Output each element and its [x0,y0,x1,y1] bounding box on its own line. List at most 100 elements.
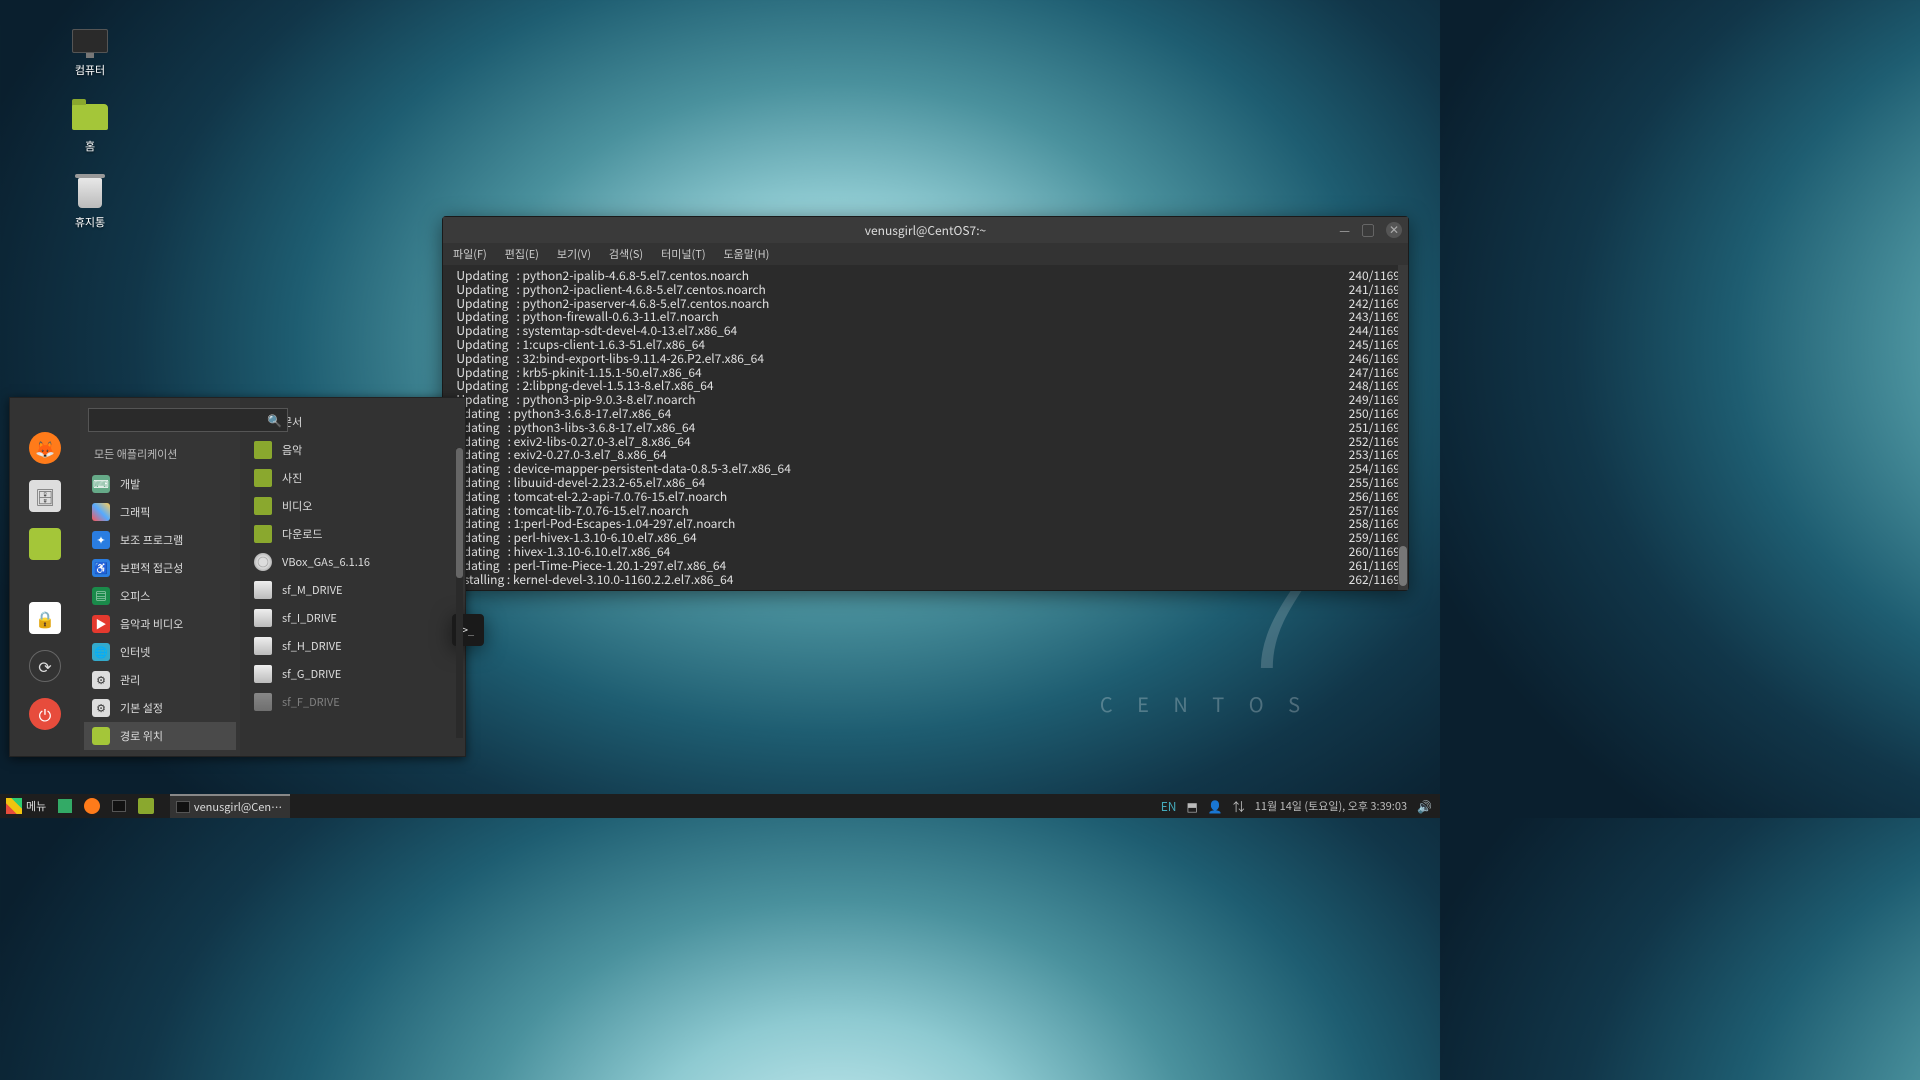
folder-icon [254,497,272,515]
menu-place[interactable]: 비디오 [246,492,459,520]
category-icon: ▤ [92,587,110,605]
firefox-icon[interactable]: 🦊 [29,432,61,464]
place-label: sf_F_DRIVE [282,694,340,710]
task-title: venusgirl@Cent… [194,799,284,815]
menu-place[interactable]: 사진 [246,464,459,492]
menu-place[interactable]: sf_M_DRIVE [246,576,459,604]
menu-category-off[interactable]: ▤오피스 [84,582,236,610]
menu-file[interactable]: 파일(F) [453,246,487,262]
tray-user-icon[interactable]: 👤 [1208,798,1223,815]
category-icon: ⚙ [92,671,110,689]
menu-places: 문서음악사진비디오다운로드VBox_GAs_6.1.16sf_M_DRIVEsf… [240,398,465,756]
taskbar-files[interactable] [132,794,160,818]
folder-icon [138,798,154,814]
terminal-line: nstalling : kernel-devel-3.10.0-1160.2.2… [451,573,1400,587]
taskbar-terminal[interactable] [106,794,132,818]
folder-icon [254,469,272,487]
taskbar-show-desktop[interactable] [52,794,78,818]
taskbar-task-terminal[interactable]: venusgirl@Cent… [170,794,290,818]
desktop-icon-label: 컴퓨터 [50,62,130,78]
menu-category-loc[interactable]: 경로 위치 [84,722,236,750]
menu-category-gfx[interactable]: 그래픽 [84,498,236,526]
desktop-icon-label: 홈 [50,138,130,154]
drive-icon [254,581,272,599]
category-label: 기본 설정 [120,700,163,716]
category-icon [92,503,110,521]
minimize-icon[interactable]: — [1339,222,1350,239]
close-icon[interactable]: ✕ [1386,222,1402,238]
category-label: 인터넷 [120,644,150,660]
terminal-menubar: 파일(F) 편집(E) 보기(V) 검색(S) 터미널(T) 도움말(H) [443,243,1408,265]
menu-favorites-rail: 🦊 🗄 >_ 🔒 ⟳ ⏻ [10,398,80,756]
tray-network-icon[interactable]: ⇅ [1233,798,1245,815]
desktop-icon-label: 휴지통 [50,214,130,230]
application-menu: 🦊 🗄 >_ 🔒 ⟳ ⏻ 🔍 모든 애플리케이션 ⌨개발그래픽✦보조 프로그램♿… [9,397,466,757]
logout-icon[interactable]: ⟳ [29,650,61,682]
category-icon [92,727,110,745]
drive-icon [254,693,272,711]
category-label: 음악과 비디오 [120,616,183,632]
menu-view[interactable]: 보기(V) [557,246,591,262]
place-label: 비디오 [282,498,312,514]
category-icon: ✦ [92,531,110,549]
terminal-titlebar[interactable]: venusgirl@CentOS7:~ — ▢ ✕ [443,217,1408,243]
menu-place[interactable]: sf_H_DRIVE [246,632,459,660]
taskbar: 메뉴 venusgirl@Cent… EN ⬒ 👤 ⇅ 11월 14일 (토요일… [0,794,1440,818]
menu-place[interactable]: sf_I_DRIVE [246,604,459,632]
menu-help[interactable]: 도움말(H) [724,246,770,262]
desktop-icon-trash[interactable]: 휴지통 [50,176,130,230]
menu-category-adm[interactable]: ⚙관리 [84,666,236,694]
folder-icon[interactable] [29,528,61,560]
terminal-scrollbar[interactable] [1398,265,1408,590]
desktop-icon-home[interactable]: 홈 [50,100,130,154]
tray-lang[interactable]: EN [1161,798,1177,815]
category-label: 보조 프로그램 [120,532,183,548]
menu-category-net[interactable]: 🌐인터넷 [84,638,236,666]
desktop-icon-computer[interactable]: 컴퓨터 [50,24,130,78]
tray-updates-icon[interactable]: ⬒ [1186,798,1197,815]
power-icon[interactable]: ⏻ [29,698,61,730]
menu-category-ua[interactable]: ♿ 보편적 접근성 [84,554,236,582]
taskbar-menu-label: 메뉴 [26,798,46,814]
menu-search[interactable]: 검색(S) [609,246,643,262]
menu-terminal[interactable]: 터미널(T) [661,246,705,262]
search-icon: 🔍 [267,412,282,429]
trash-icon [78,178,102,208]
menu-place[interactable]: 다운로드 [246,520,459,548]
files-icon[interactable]: 🗄 [29,480,61,512]
menu-place[interactable]: VBox_GAs_6.1.16 [246,548,459,576]
menu-place[interactable]: sf_G_DRIVE [246,660,459,688]
menu-place[interactable]: 음악 [246,436,459,464]
tray-clock[interactable]: 11월 14일 (토요일), 오후 3:39:03 [1255,798,1407,814]
menu-scrollbar[interactable] [456,448,463,738]
menu-category-dev[interactable]: ⌨개발 [84,470,236,498]
menu-search-input[interactable] [88,408,288,432]
firefox-icon [84,798,100,814]
lock-icon[interactable]: 🔒 [29,602,61,634]
place-label: sf_I_DRIVE [282,610,337,626]
taskbar-systray: EN ⬒ 👤 ⇅ 11월 14일 (토요일), 오후 3:39:03 🔊 [1161,798,1440,815]
menu-categories: 🔍 모든 애플리케이션 ⌨개발그래픽✦보조 프로그램♿보편적 접근성▤오피스▶음… [80,398,240,756]
menu-edit[interactable]: 편집(E) [505,246,539,262]
taskbar-menu-button[interactable]: 메뉴 [0,794,52,818]
maximize-icon[interactable]: ▢ [1362,222,1374,239]
category-icon: ⌨ [92,475,110,493]
menu-category-pref[interactable]: ⚙기본 설정 [84,694,236,722]
category-label: 경로 위치 [120,728,163,744]
menu-place[interactable]: sf_F_DRIVE [246,688,459,716]
menu-category-acc[interactable]: ✦ 보조 프로그램 [84,526,236,554]
category-label: 보편적 접근성 [120,560,183,576]
menu-category-mm[interactable]: ▶음악과 비디오 [84,610,236,638]
place-label: sf_M_DRIVE [282,582,343,598]
place-label: sf_G_DRIVE [282,666,341,682]
monitor-icon [72,29,108,53]
tray-volume-icon[interactable]: 🔊 [1417,798,1432,815]
taskbar-firefox[interactable] [78,794,106,818]
wallpaper-brand: C E N T O S [1100,689,1310,718]
terminal-body[interactable]: Updating : python2-ipalib-4.6.8-5.el7.ce… [443,265,1408,590]
place-label: 다운로드 [282,526,322,542]
drive-icon [254,665,272,683]
terminal-window: venusgirl@CentOS7:~ — ▢ ✕ 파일(F) 편집(E) 보기… [442,216,1409,591]
category-icon: ♿ [92,559,110,577]
menu-icon [6,798,22,814]
